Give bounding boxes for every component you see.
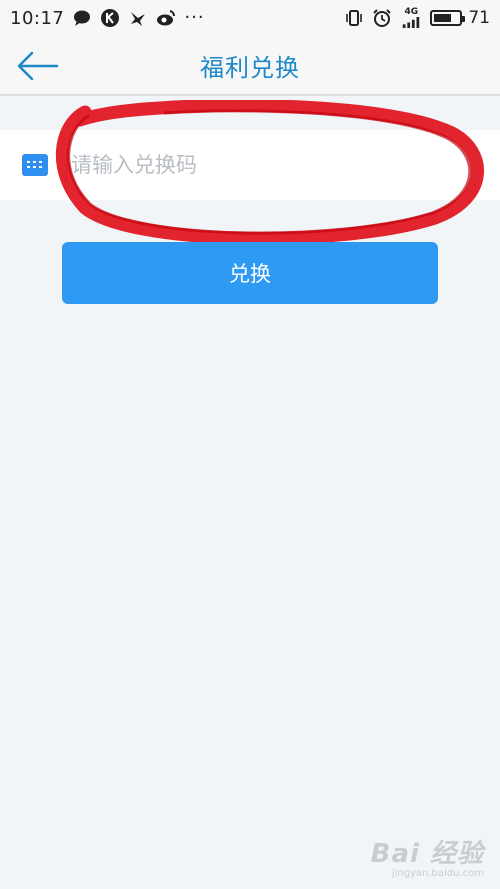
weibo-icon: [156, 8, 176, 28]
battery-icon: [430, 10, 466, 26]
watermark-url: jingyan.baidu.com: [391, 868, 484, 879]
status-time: 10:17: [10, 7, 65, 29]
battery: 71: [430, 8, 490, 28]
redeem-button[interactable]: 兑换: [62, 242, 438, 304]
status-left: 10:17 ···: [10, 8, 205, 29]
watermark-logo: Bai 经验: [370, 839, 484, 869]
battery-level: 71: [468, 8, 490, 28]
page-title: 福利兑换: [200, 53, 300, 82]
baidu-jingyan-watermark: Bai 经验 jingyan.baidu.com: [371, 833, 484, 879]
status-right: 4G 71: [344, 8, 490, 28]
redeem-code-input[interactable]: [66, 148, 466, 182]
vibrate-icon: [344, 8, 364, 28]
keyboard-icon: [22, 154, 48, 176]
message-icon: [72, 8, 92, 28]
nav-bar: 福利兑换: [0, 36, 500, 96]
signal-icon: 4G: [400, 8, 422, 28]
alarm-icon: [372, 8, 392, 28]
k-app-icon: [100, 8, 120, 28]
back-button[interactable]: [14, 46, 60, 86]
more-notifications-icon: ···: [184, 7, 205, 28]
battery-fill: [434, 14, 452, 22]
bird-app-icon: [128, 8, 148, 28]
redeem-code-row: [0, 130, 500, 200]
network-type: 4G: [404, 7, 419, 17]
back-arrow-icon: [17, 51, 59, 81]
status-bar: 10:17 ··· 4G 71: [0, 0, 500, 36]
